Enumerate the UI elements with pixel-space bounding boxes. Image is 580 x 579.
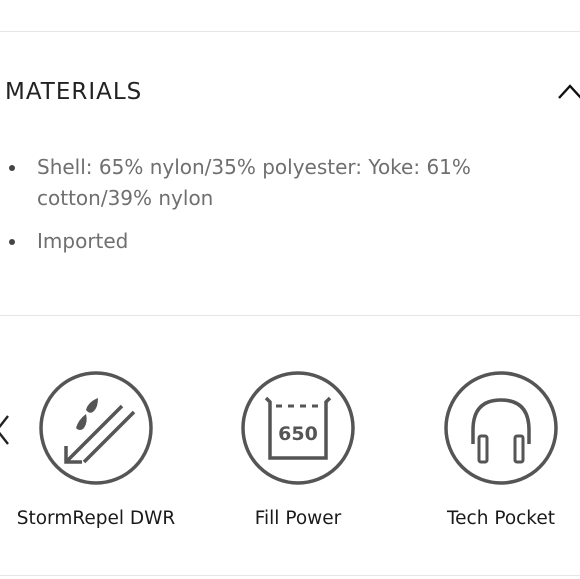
collapse-toggle[interactable] (556, 78, 580, 104)
features-carousel: StormRepel DWR 650 Fill Power Tech Pocke… (0, 340, 580, 540)
feature-label: Fill Power (254, 508, 342, 529)
feature-label: StormRepel DWR (16, 508, 176, 529)
materials-list: Shell: 65% nylon/35% polyester: Yoke: 61… (0, 152, 580, 269)
material-text: Shell: 65% nylon/35% polyester: Yoke: 61… (37, 155, 471, 210)
feature-stormrepel[interactable]: StormRepel DWR (0, 370, 196, 540)
bottom-divider (0, 575, 580, 576)
list-item: Shell: 65% nylon/35% polyester: Yoke: 61… (0, 152, 580, 214)
list-item: Imported (0, 226, 580, 257)
chevron-up-icon (558, 84, 580, 99)
feature-label: Tech Pocket (447, 508, 555, 529)
feature-fill-power[interactable]: 650 Fill Power (198, 370, 398, 540)
bullet-icon (9, 239, 15, 245)
section-divider (0, 315, 580, 316)
fill-power-value: 650 (278, 423, 318, 445)
materials-title: MATERIALS (5, 79, 143, 105)
rain-repel-icon (39, 371, 153, 485)
headphones-icon (444, 371, 558, 485)
bullet-icon (9, 165, 15, 171)
materials-section-header[interactable]: MATERIALS (0, 62, 580, 120)
feature-tech-pocket[interactable]: Tech Pocket (401, 370, 580, 540)
top-divider (0, 31, 580, 32)
origin-text: Imported (37, 229, 129, 253)
fill-power-650-icon: 650 (241, 371, 355, 485)
